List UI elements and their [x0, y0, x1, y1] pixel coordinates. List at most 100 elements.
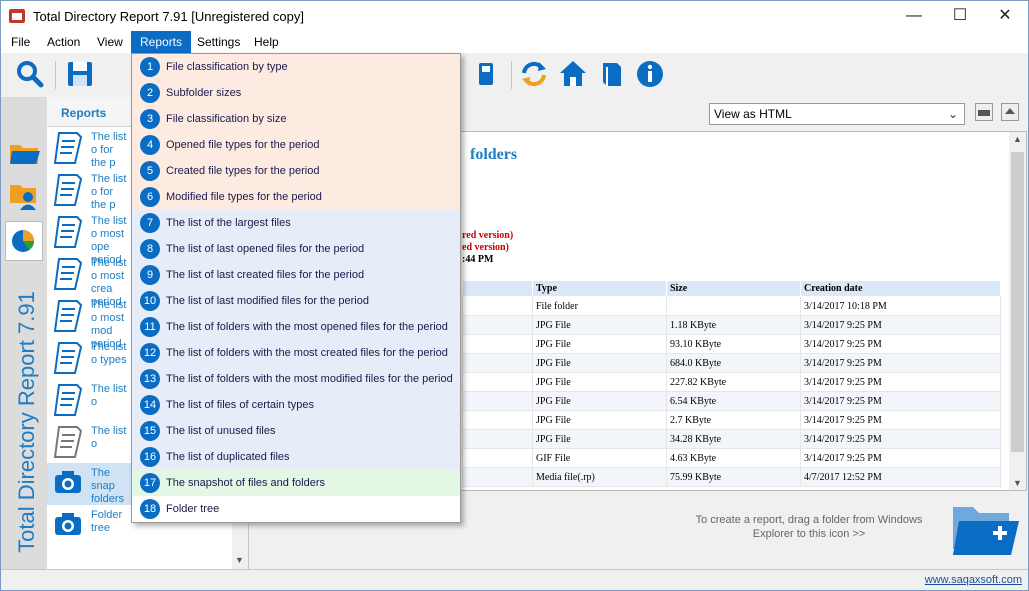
table-row: File folder 3/14/2017 10:18 PM: [462, 296, 1001, 316]
table-cell: 3/14/2017 10:18 PM: [800, 296, 1001, 316]
table-cell: JPG File: [532, 334, 667, 354]
report-list-label: The list o for the p: [91, 173, 127, 211]
table-cell: JPG File: [532, 391, 667, 411]
table-cell: 3/14/2017 9:25 PM: [800, 429, 1001, 449]
search-icon[interactable]: [15, 59, 45, 89]
reports-menu-group: 7 The list of the largest files 8 The list …: [132, 210, 460, 470]
maximize-button[interactable]: ☐: [937, 1, 983, 31]
reports-menu-item[interactable]: 14 The list of files of certain types: [132, 392, 460, 418]
reports-dropdown-menu: 1 File classification by type 2 Subfolder s…: [131, 53, 461, 523]
scroll-up-arrow[interactable]: ▲: [1013, 134, 1022, 144]
reports-menu-item[interactable]: 12 The list of folders with the most crea…: [132, 340, 460, 366]
website-link[interactable]: www.saqaxsoft.com: [925, 574, 1022, 586]
reports-menu-item[interactable]: 2 Subfolder sizes: [132, 80, 460, 106]
reports-menu-item-label: Folder tree: [166, 503, 220, 515]
menu-help[interactable]: Help: [245, 31, 288, 53]
drag-hint: To create a report, drag a folder from W…: [695, 514, 923, 540]
document-list-icon: [53, 257, 83, 291]
table-cell: [462, 334, 533, 354]
reports-menu-item-label: Opened file types for the period: [166, 139, 320, 151]
report-table: Type Size Creation date File folder 3/14/…: [462, 280, 1001, 487]
document-list-icon: [53, 383, 83, 417]
reports-menu-item[interactable]: 10 The list of last modified files for th…: [132, 288, 460, 314]
reports-menu-item[interactable]: 11 The list of folders with the most open…: [132, 314, 460, 340]
col-creation-date: Creation date: [800, 280, 1001, 297]
report-list-label: Folder tree: [91, 509, 123, 534]
reports-menu-item[interactable]: 9 The list of last created files for the …: [132, 262, 460, 288]
reports-menu-item[interactable]: 7 The list of the largest files: [132, 210, 460, 236]
table-cell: 3/14/2017 9:25 PM: [800, 410, 1001, 430]
menu-reports[interactable]: Reports: [131, 31, 192, 53]
refresh-icon[interactable]: [519, 59, 549, 89]
save-icon[interactable]: [65, 59, 95, 89]
document-list-icon: [53, 341, 83, 375]
reports-menu-item-label: Modified file types for the period: [166, 191, 322, 203]
folder-icon[interactable]: [8, 137, 40, 169]
scroll-down-arrow[interactable]: ▼: [1013, 478, 1022, 488]
table-cell: [666, 296, 801, 316]
reports-menu-item[interactable]: 4 Opened file types for the period: [132, 132, 460, 158]
reports-menu-item[interactable]: 16 The list of duplicated files: [132, 444, 460, 470]
scroll-thumb[interactable]: [1011, 152, 1024, 452]
book-icon[interactable]: [597, 59, 627, 89]
menu-settings[interactable]: Settings: [188, 31, 249, 53]
reports-menu-item-label: The list of unused files: [166, 425, 276, 437]
user-folder-icon[interactable]: [8, 179, 40, 211]
item-number-badge: 1: [140, 57, 160, 77]
reports-menu-group: 1 File classification by type 2 Subfolder s…: [132, 54, 460, 210]
reports-tab[interactable]: [5, 221, 43, 261]
reports-menu-item[interactable]: 15 The list of unused files: [132, 418, 460, 444]
table-cell: File folder: [532, 296, 667, 316]
table-cell: 3/14/2017 9:25 PM: [800, 448, 1001, 468]
reports-menu-item-label: Created file types for the period: [166, 165, 320, 177]
menu-file[interactable]: File: [2, 31, 39, 53]
reports-menu-item[interactable]: 13 The list of folders with the most modi…: [132, 366, 460, 392]
view-mode-select[interactable]: View as HTML ⌄: [709, 103, 965, 125]
document-list-icon: [53, 173, 83, 207]
item-number-badge: 16: [140, 447, 160, 467]
minimize-button[interactable]: —: [891, 1, 937, 31]
reports-menu-item[interactable]: 1 File classification by type: [132, 54, 460, 80]
reports-panel-title: Reports: [61, 106, 107, 120]
table-cell: [462, 296, 533, 316]
table-cell: JPG File: [532, 410, 667, 430]
table-row: Media file(.rp) 75.99 KByte 4/7/2017 12:52…: [462, 467, 1001, 487]
side-tab-title: Total Directory Report 7.91: [14, 291, 39, 553]
reports-menu-item[interactable]: 8 The list of last opened files for the p…: [132, 236, 460, 262]
reports-menu-group: 18 Folder tree: [132, 496, 460, 522]
item-number-badge: 14: [140, 395, 160, 415]
reports-menu-item[interactable]: 17 The snapshot of files and folders: [132, 470, 460, 496]
table-row: JPG File 93.10 KByte 3/14/2017 9:25 PM: [462, 334, 1001, 354]
usb-icon[interactable]: [471, 59, 501, 89]
reports-menu-item-label: Subfolder sizes: [166, 87, 242, 99]
report-title: folders: [470, 146, 518, 163]
home-icon[interactable]: [558, 59, 588, 89]
reports-menu-item[interactable]: 3 File classification by size: [132, 106, 460, 132]
collapse-button[interactable]: [1001, 103, 1019, 121]
reports-menu-group: 17 The snapshot of files and folders: [132, 470, 460, 496]
table-cell: [462, 391, 533, 411]
table-cell: 93.10 KByte: [666, 334, 801, 354]
report-list-label: The snap folders: [91, 467, 125, 505]
toolbar-separator: [55, 61, 56, 89]
info-icon[interactable]: [635, 59, 665, 89]
reports-menu-item[interactable]: 5 Created file types for the period: [132, 158, 460, 184]
side-tab-strip: Total Directory Report 7.91: [1, 97, 47, 569]
document-list-icon: [53, 299, 83, 333]
close-button[interactable]: ✕: [982, 1, 1028, 31]
table-cell: Media file(.rp): [532, 467, 667, 487]
folder-drop-icon[interactable]: [949, 501, 1019, 557]
scroll-down-arrow[interactable]: ▼: [235, 555, 244, 565]
table-cell: 2.7 KByte: [666, 410, 801, 430]
reports-menu-item[interactable]: 6 Modified file types for the period: [132, 184, 460, 210]
layout-toggle-button[interactable]: [975, 103, 993, 121]
menu-view[interactable]: View: [88, 31, 132, 53]
reports-menu-item[interactable]: 18 Folder tree: [132, 496, 460, 522]
report-scrollbar[interactable]: ▲ ▼: [1009, 132, 1026, 490]
menu-action[interactable]: Action: [38, 31, 89, 53]
reports-menu-item-label: The list of folders with the most create…: [166, 347, 448, 359]
menu-bar: File Action View Reports Settings Help: [1, 31, 1028, 53]
item-number-badge: 11: [140, 317, 160, 337]
reports-menu-item-label: The list of last created files for the p…: [166, 269, 365, 281]
table-cell: JPG File: [532, 372, 667, 392]
